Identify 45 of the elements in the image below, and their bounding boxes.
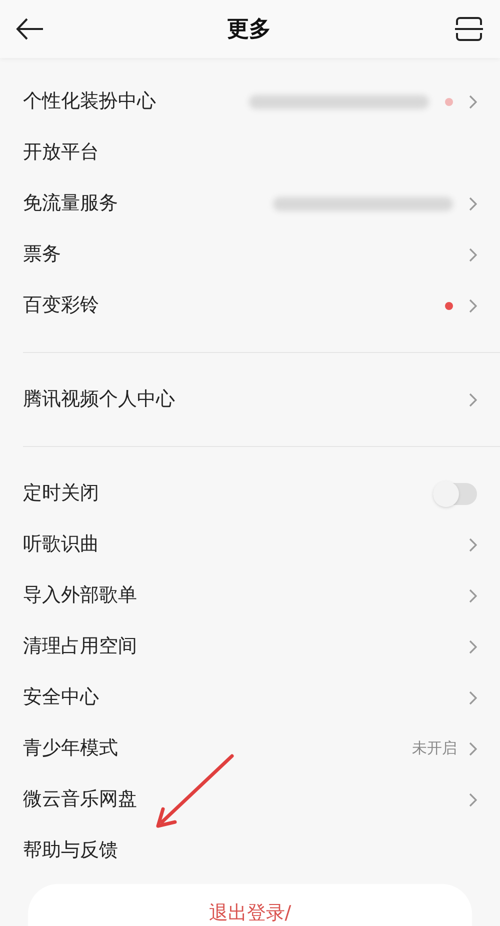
chevron-right-icon	[469, 298, 477, 312]
row-label: 百变彩铃	[23, 293, 99, 318]
settings-row[interactable]: 帮助与反馈	[0, 825, 500, 876]
chevron-right-icon	[469, 690, 477, 704]
settings-row[interactable]: 导入外部歌单	[0, 570, 500, 621]
settings-row[interactable]: 百变彩铃	[0, 280, 500, 331]
logout-button[interactable]: 退出登录/	[28, 884, 472, 926]
row-label: 听歌识曲	[23, 532, 99, 558]
row-label: 清理占用空间	[23, 634, 137, 660]
page-title: 更多	[227, 16, 271, 44]
settings-row[interactable]: 个性化装扮中心	[0, 76, 500, 127]
settings-row[interactable]: 免流量服务	[0, 178, 500, 229]
settings-row[interactable]: 清理占用空间	[0, 621, 500, 672]
back-arrow-icon[interactable]	[16, 18, 44, 40]
row-label: 安全中心	[23, 685, 99, 710]
row-label: 青少年模式	[23, 736, 118, 762]
row-label: 免流量服务	[23, 191, 118, 216]
chevron-right-icon	[469, 392, 477, 406]
settings-row[interactable]: 微云音乐网盘	[0, 774, 500, 825]
chevron-right-icon	[469, 196, 477, 210]
row-label: 导入外部歌单	[23, 583, 137, 608]
chevron-right-icon	[469, 742, 477, 756]
chevron-right-icon	[469, 588, 477, 602]
settings-row[interactable]: 定时关闭	[0, 468, 500, 519]
row-label: 个性化装扮中心	[23, 89, 156, 114]
row-label: 微云音乐网盘	[23, 787, 137, 812]
settings-row[interactable]: 青少年模式 未开启	[0, 723, 500, 774]
row-value: 未开启	[412, 738, 457, 760]
toggle-switch[interactable]	[433, 482, 477, 504]
chevron-right-icon	[469, 640, 477, 654]
row-label: 开放平台	[23, 140, 99, 166]
settings-row[interactable]: 腾讯视频个人中心	[0, 374, 500, 425]
row-label: 定时关闭	[23, 481, 99, 506]
chevron-right-icon	[469, 792, 477, 806]
chevron-right-icon	[469, 94, 477, 108]
settings-row[interactable]: 听歌识曲	[0, 519, 500, 570]
chevron-right-icon	[469, 248, 477, 262]
scan-icon[interactable]	[454, 16, 484, 42]
settings-row[interactable]: 票务	[0, 229, 500, 280]
row-label: 票务	[23, 242, 61, 268]
row-label: 腾讯视频个人中心	[23, 387, 175, 412]
settings-row[interactable]: 开放平台	[0, 127, 500, 178]
chevron-right-icon	[469, 538, 477, 552]
settings-row[interactable]: 安全中心	[0, 672, 500, 723]
row-label: 帮助与反馈	[23, 838, 118, 864]
